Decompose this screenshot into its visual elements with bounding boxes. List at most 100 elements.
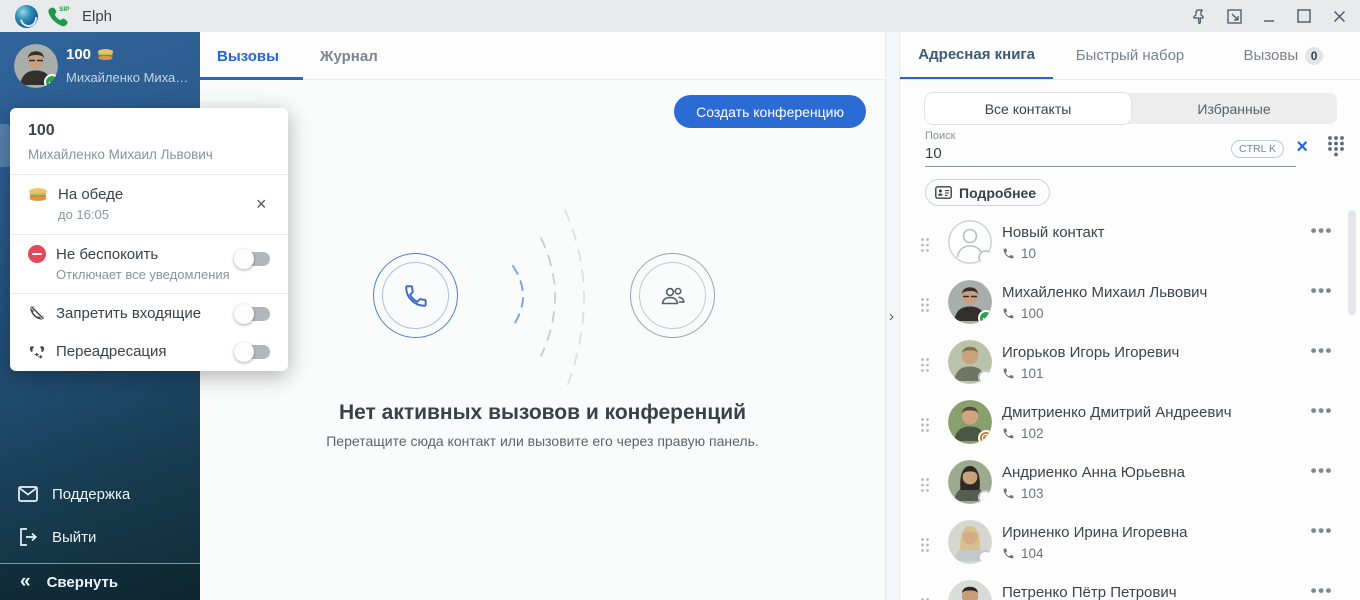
logout-icon: [18, 527, 38, 547]
contacts-filter-segmented: Все контакты Избранные: [925, 93, 1337, 124]
tab-speed-dial[interactable]: Быстрый набор: [1053, 32, 1206, 79]
phone-small-icon: [1002, 487, 1015, 500]
app-logo-icon: [15, 5, 38, 28]
contact-row[interactable]: Новый контакт 10 •••: [900, 215, 1348, 275]
collapse-label: Свернуть: [47, 574, 119, 591]
phone-blocked-icon: [28, 304, 46, 322]
contact-menu-icon[interactable]: •••: [1311, 461, 1333, 481]
contact-row[interactable]: Андриенко Анна Юрьевна 103 •••: [900, 455, 1348, 515]
phone-small-icon: [1002, 547, 1015, 560]
people-icon: [639, 262, 706, 329]
dnd-row: Не беспокоить Отключает все уведомления: [10, 235, 288, 293]
segment-all-contacts[interactable]: Все контакты: [925, 93, 1131, 124]
contact-menu-icon[interactable]: •••: [1311, 581, 1333, 600]
presence-badge-offline: [978, 370, 992, 384]
status-title: На обеде: [58, 186, 123, 203]
drag-handle-icon[interactable]: [920, 537, 930, 558]
sidebar-collapse-button[interactable]: « Свернуть: [0, 564, 200, 600]
drag-handle-icon[interactable]: [920, 477, 930, 498]
close-window-icon[interactable]: [1328, 5, 1350, 27]
clear-search-icon[interactable]: ×: [1296, 138, 1308, 156]
presence-badge-none: [978, 250, 992, 264]
contact-menu-icon[interactable]: •••: [1311, 521, 1333, 541]
contact-row[interactable]: Ириненко Ирина Игоревна 104 •••: [900, 515, 1348, 575]
app-window: SIP Elph: [0, 0, 1360, 600]
block-incoming-row: Запретить входящие: [10, 294, 288, 333]
contacts-list: Новый контакт 10 ••• Михайленко Михаил Л…: [900, 215, 1348, 600]
contact-menu-icon[interactable]: •••: [1311, 341, 1333, 361]
main-area: Вызовы Журнал Создать конференцию Нет ак…: [200, 32, 885, 600]
clear-status-icon[interactable]: ×: [256, 197, 272, 213]
contact-menu-icon[interactable]: •••: [1311, 221, 1333, 241]
phone-icon: [382, 262, 449, 329]
forwarding-row: Переадресация: [10, 333, 288, 371]
drag-handle-icon[interactable]: [920, 297, 930, 318]
block-incoming-toggle[interactable]: [236, 307, 270, 321]
drag-handle-icon[interactable]: [920, 357, 930, 378]
window-controls: [1188, 0, 1350, 32]
calls-count-badge: 0: [1305, 47, 1323, 65]
status-until: до 16:05: [58, 207, 270, 222]
mail-icon: [18, 484, 38, 504]
contact-row[interactable]: Петренко Пётр Петрович •••: [900, 575, 1348, 600]
drag-handle-icon[interactable]: [920, 237, 930, 258]
right-panel: Адресная книга Быстрый набор Вызовы0 Все…: [900, 32, 1360, 600]
sidebar-user-card[interactable]: 100 Михайленко Михаи…: [0, 32, 200, 104]
maximize-window-icon[interactable]: [1293, 5, 1315, 27]
dialpad-icon[interactable]: [1326, 134, 1346, 163]
contact-menu-icon[interactable]: •••: [1311, 401, 1333, 421]
contact-card-icon: [935, 186, 952, 199]
popup-full-name: Михайленко Михаил Львович: [28, 147, 270, 162]
contact-menu-icon[interactable]: •••: [1311, 281, 1333, 301]
user-status-badge-online: [44, 74, 58, 88]
block-incoming-title: Запретить входящие: [56, 305, 201, 322]
avatar: [948, 280, 992, 324]
details-button[interactable]: Подробнее: [925, 179, 1050, 206]
phone-small-icon: [1002, 247, 1015, 260]
support-label: Поддержка: [52, 486, 130, 503]
empty-state-title: Нет активных вызовов и конференций: [200, 401, 885, 425]
tab-journal[interactable]: Журнал: [303, 32, 402, 80]
forwarding-title: Переадресация: [56, 343, 167, 360]
tab-address-book[interactable]: Адресная книга: [900, 32, 1053, 79]
avatar: [948, 520, 992, 564]
drag-handle-icon[interactable]: [920, 417, 930, 438]
conference-placeholder: [630, 253, 715, 338]
tab-calls[interactable]: Вызовы: [200, 32, 303, 80]
current-status-row[interactable]: На обеде до 16:05 ×: [10, 175, 288, 234]
main-tab-bar: Вызовы Журнал: [200, 32, 885, 80]
pin-window-icon[interactable]: [1188, 5, 1210, 27]
expand-panel-chevron-icon[interactable]: ›: [889, 308, 894, 325]
call-forward-icon: [28, 344, 46, 360]
avatar: [948, 580, 992, 600]
do-not-disturb-icon: [28, 245, 46, 263]
minimize-window-icon[interactable]: [1258, 5, 1280, 27]
avatar: [948, 460, 992, 504]
phone-small-icon: [1002, 427, 1015, 440]
contacts-scrollbar[interactable]: [1348, 210, 1356, 315]
popout-window-icon[interactable]: [1223, 5, 1245, 27]
presence-badge-offline: [978, 550, 992, 564]
user-status-popup: 100 Михайленко Михаил Львович На обеде д…: [10, 108, 288, 371]
search-shortcut-badge: CTRL K: [1231, 140, 1284, 158]
sidebar-item-support[interactable]: Поддержка: [0, 478, 200, 510]
forwarding-toggle[interactable]: [236, 345, 270, 359]
sandwich-status-icon: [28, 187, 48, 202]
dnd-toggle[interactable]: [236, 252, 270, 266]
presence-badge-online: [978, 310, 992, 324]
avatar: [948, 220, 992, 264]
presence-badge-away: [978, 430, 992, 444]
window-title: Elph: [82, 8, 112, 25]
tab-calls-right[interactable]: Вызовы0: [1207, 32, 1360, 79]
contact-row[interactable]: Дмитриенко Дмитрий Андреевич 102 •••: [900, 395, 1348, 455]
title-bar: SIP Elph: [0, 0, 1360, 32]
sandwich-status-icon: [97, 48, 114, 61]
contact-row[interactable]: Игорьков Игорь Игоревич 101 •••: [900, 335, 1348, 395]
popup-user-info: 100 Михайленко Михаил Львович: [10, 108, 288, 174]
user-extension: 100: [66, 46, 114, 63]
segment-favorites[interactable]: Избранные: [1131, 93, 1337, 124]
panel-resize-strip[interactable]: ›: [885, 32, 900, 600]
create-conference-button[interactable]: Создать конференцию: [674, 95, 866, 128]
sidebar-item-logout[interactable]: Выйти: [0, 521, 200, 553]
contact-row[interactable]: Михайленко Михаил Львович 100 •••: [900, 275, 1348, 335]
